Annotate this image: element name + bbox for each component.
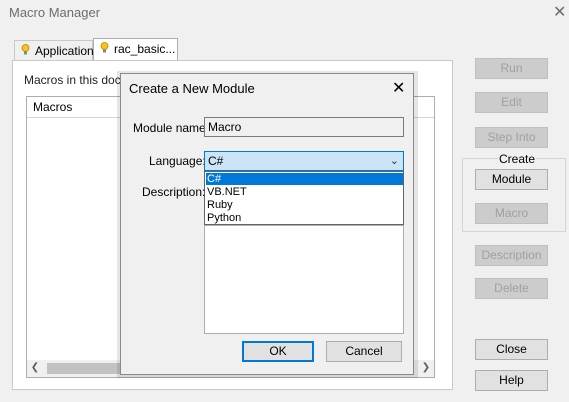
module-name-field[interactable]: Macro: [204, 117, 404, 137]
description-label: Description:: [142, 185, 206, 199]
language-option-ruby[interactable]: Ruby: [206, 199, 403, 211]
language-select[interactable]: C# ⌄: [204, 151, 404, 171]
close-icon[interactable]: ✕: [553, 2, 566, 22]
module-button[interactable]: Module: [475, 169, 548, 190]
tab-application[interactable]: Application: [14, 40, 94, 60]
ok-button[interactable]: OK: [242, 341, 314, 362]
step-into-button[interactable]: Step Into: [475, 127, 548, 148]
language-dropdown[interactable]: C# VB.NET Ruby Python: [204, 171, 404, 225]
macros-in-document-label: Macros in this docu: [24, 73, 128, 87]
close-icon[interactable]: ✕: [392, 78, 405, 98]
tab-rac-basic[interactable]: rac_basic...: [93, 38, 178, 60]
bulb-icon: [21, 44, 30, 55]
macro-button[interactable]: Macro: [475, 203, 548, 224]
tab-label: Application: [35, 44, 94, 58]
chevron-left-icon[interactable]: ❮: [28, 361, 42, 375]
tab-label: rac_basic...: [114, 42, 176, 56]
edit-button[interactable]: Edit: [475, 92, 548, 113]
language-selected-value: C#: [208, 154, 224, 168]
window-title: Macro Manager: [9, 5, 101, 20]
dialog-title: Create a New Module: [129, 81, 255, 96]
create-group-label: Create: [498, 152, 537, 166]
cancel-button[interactable]: Cancel: [326, 341, 402, 362]
module-name-label: Module name:: [133, 121, 210, 135]
language-option-python[interactable]: Python: [206, 212, 403, 224]
run-button[interactable]: Run: [475, 58, 548, 79]
language-option-vbnet[interactable]: VB.NET: [206, 186, 403, 198]
close-button[interactable]: Close: [475, 339, 548, 360]
help-button[interactable]: Help: [475, 370, 548, 391]
description-textarea[interactable]: [204, 225, 404, 334]
chevron-down-icon[interactable]: ⌄: [390, 154, 399, 167]
column-header-macros: Macros: [33, 100, 73, 114]
language-label: Language:: [149, 154, 206, 168]
chevron-right-icon[interactable]: ❯: [419, 361, 433, 375]
description-button[interactable]: Description: [475, 245, 548, 266]
bulb-icon: [100, 42, 109, 53]
language-option-csharp[interactable]: C#: [206, 173, 403, 185]
delete-button[interactable]: Delete: [475, 278, 548, 299]
